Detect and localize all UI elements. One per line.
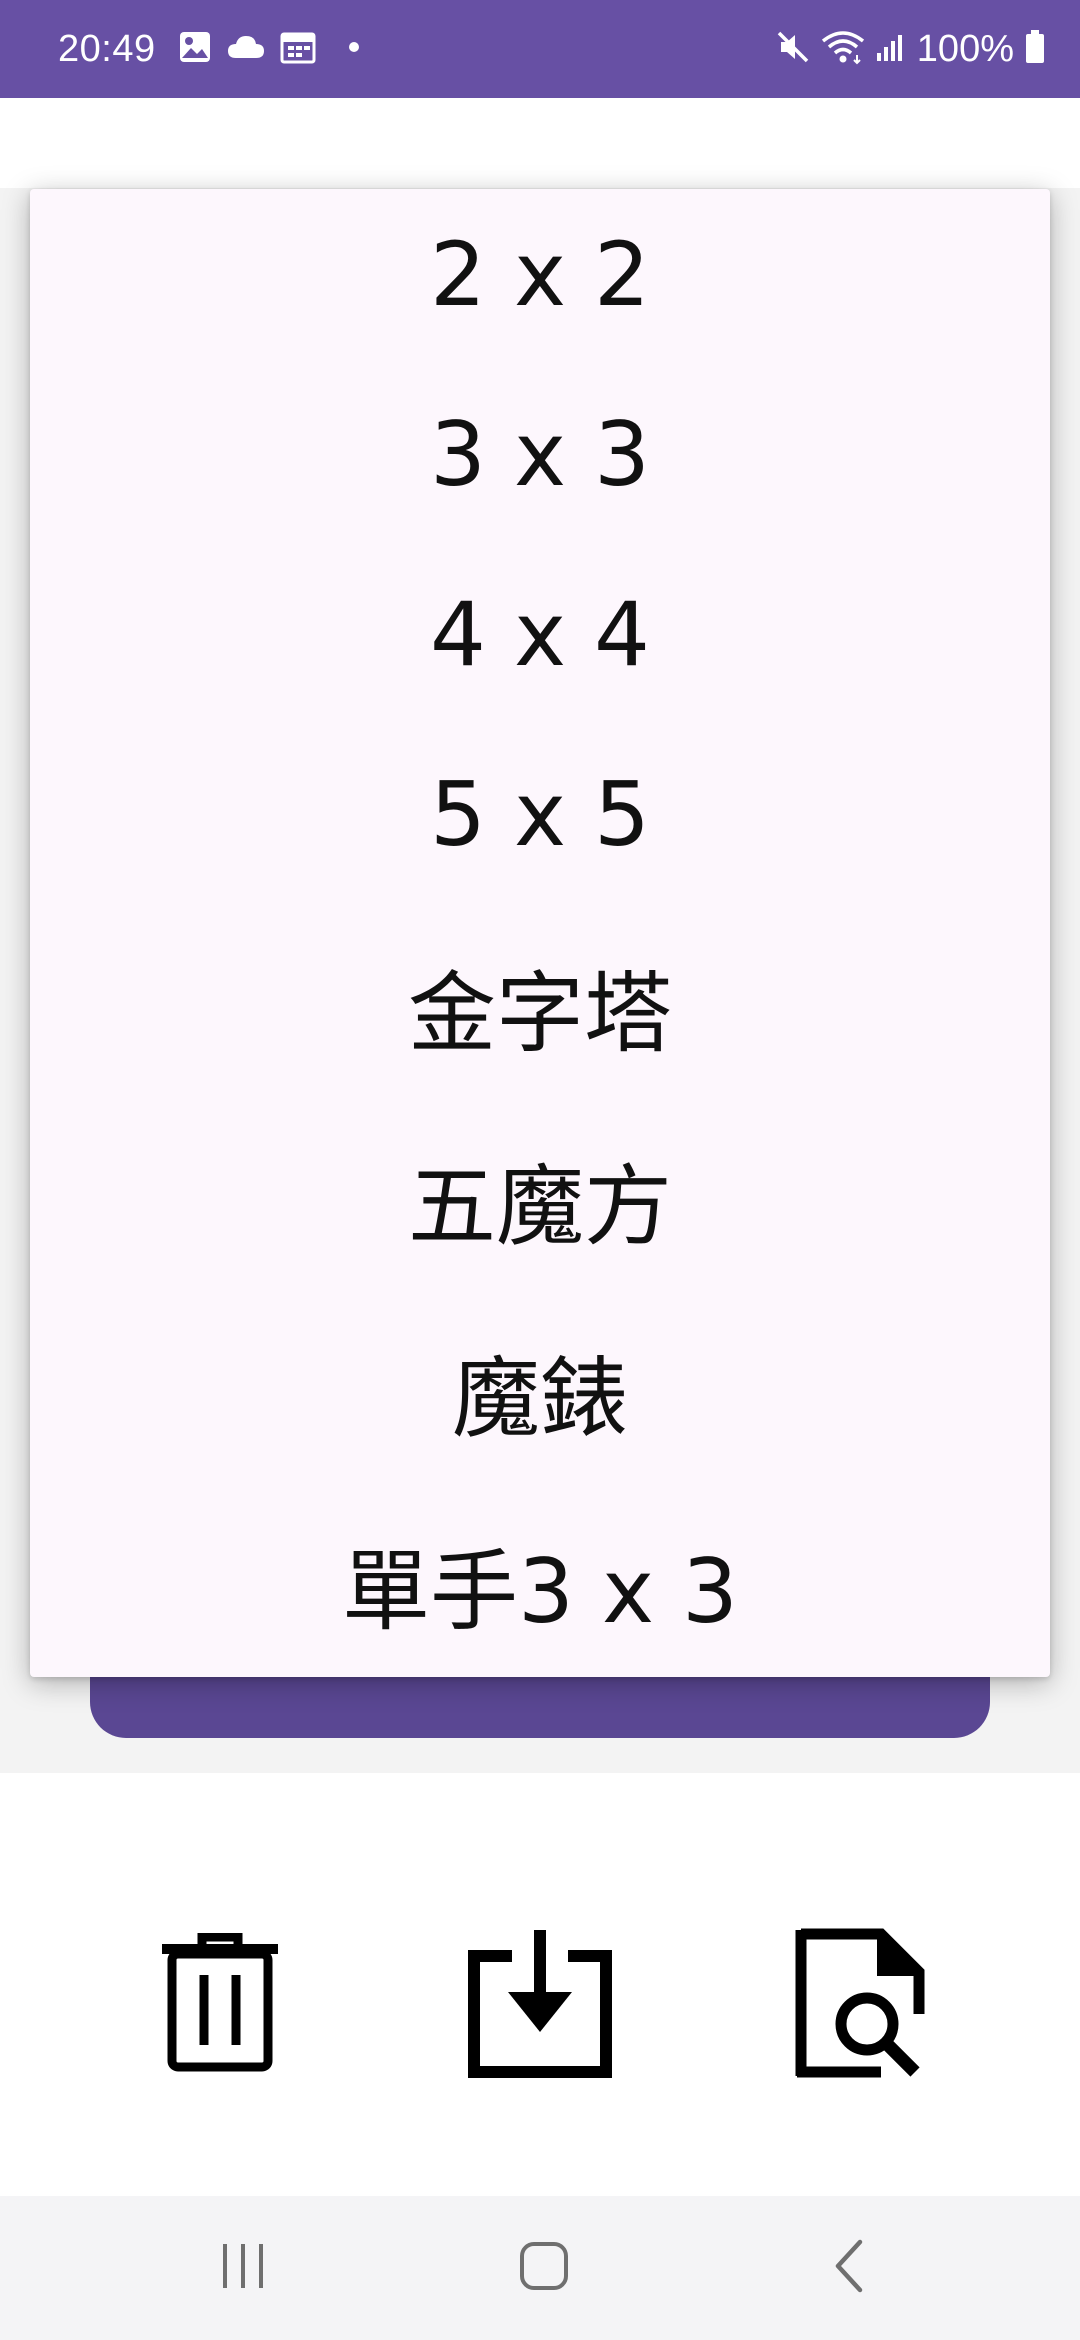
menu-item-4x4[interactable]: 4 x 4 (30, 549, 1050, 719)
home-button[interactable] (464, 2196, 624, 2340)
gallery-icon (178, 30, 212, 69)
menu-item-2x2[interactable]: 2 x 2 (30, 189, 1050, 359)
menu-item-megaminx[interactable]: 五魔方 (30, 1114, 1050, 1284)
recent-apps-icon (219, 2241, 267, 2296)
category-dropdown-menu: 2 x 2 3 x 3 4 x 4 5 x 5 金字塔 五魔方 魔錶 單手3 x… (30, 189, 1050, 1677)
mute-icon (775, 29, 811, 70)
menu-item-pyraminx[interactable]: 金字塔 (30, 921, 1050, 1091)
navigation-bar (0, 2196, 1080, 2340)
menu-item-one-handed-3x3[interactable]: 單手3 x 3 (30, 1499, 1050, 1669)
file-search-icon (795, 1928, 925, 2083)
menu-item-3x3[interactable]: 3 x 3 (30, 369, 1050, 539)
download-icon (468, 1928, 612, 2083)
dot-icon (348, 40, 360, 58)
status-bar: 20:49 100% (0, 0, 1080, 98)
menu-item-5x5[interactable]: 5 x 5 (30, 729, 1050, 899)
back-icon (830, 2238, 866, 2299)
trash-icon (160, 1932, 280, 2078)
back-button[interactable] (768, 2196, 928, 2340)
status-notification-icons (178, 0, 360, 98)
wifi-icon (821, 29, 865, 70)
calendar-icon (280, 30, 316, 69)
recent-apps-button[interactable] (163, 2196, 323, 2340)
cloud-icon (226, 32, 266, 67)
battery-percent: 100% (916, 27, 1014, 70)
status-time: 20:49 (58, 28, 156, 70)
battery-icon (1024, 29, 1046, 70)
menu-item-clock[interactable]: 魔錶 (30, 1306, 1050, 1476)
content-top (0, 98, 1080, 188)
status-system-icons: 100% (775, 0, 1046, 98)
save-button[interactable] (455, 1920, 625, 2090)
signal-icon (875, 31, 907, 68)
delete-button[interactable] (135, 1920, 305, 2090)
home-icon (518, 2240, 570, 2297)
view-file-button[interactable] (775, 1920, 945, 2090)
